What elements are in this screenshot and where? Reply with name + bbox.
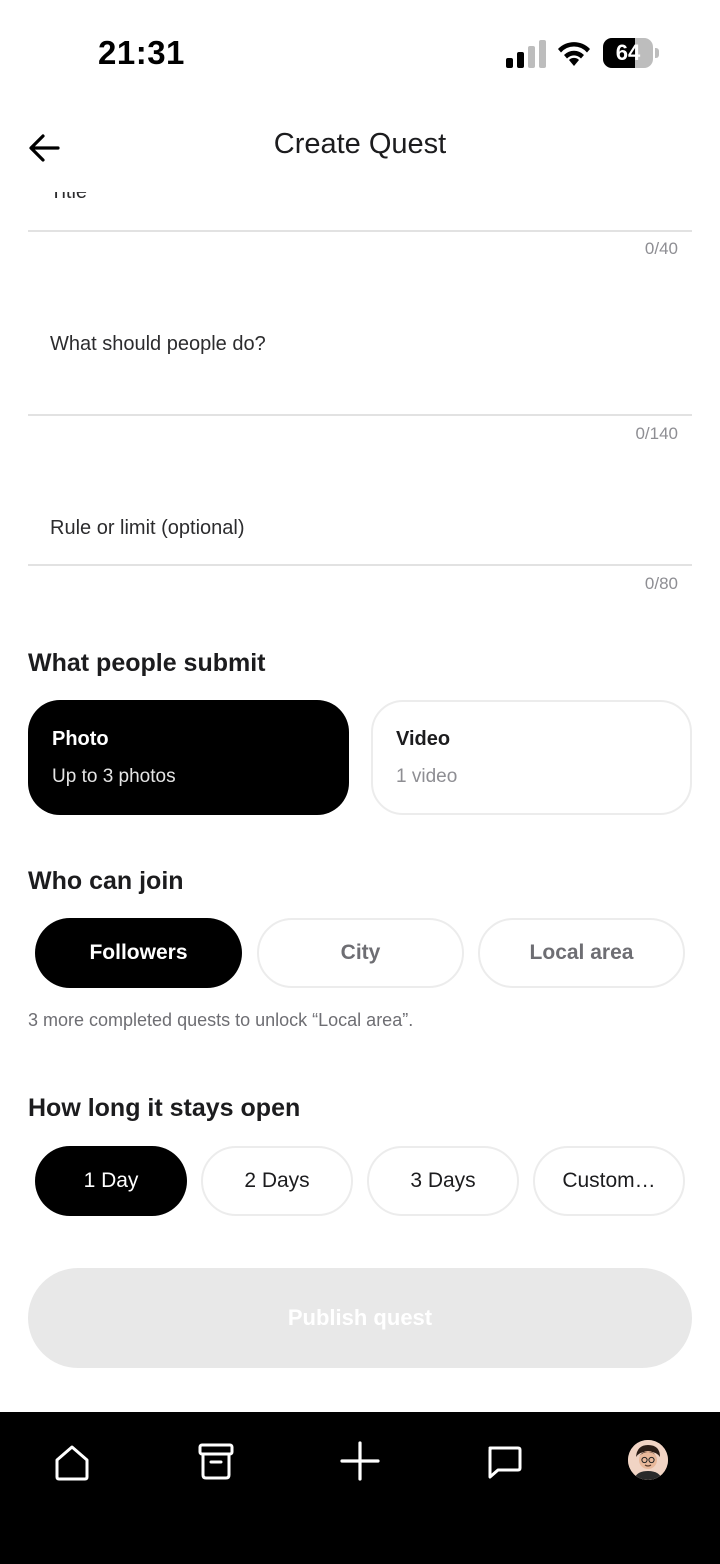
rule-field-underline: [28, 564, 692, 566]
rule-field[interactable]: Rule or limit (optional) 0/80: [28, 480, 692, 600]
title-field[interactable]: Title 0/40: [28, 182, 692, 262]
video-option-card[interactable]: Video 1 video: [371, 700, 692, 815]
duration-section-title: How long it stays open: [28, 1094, 301, 1122]
publish-quest-button[interactable]: Publish quest: [28, 1268, 692, 1368]
description-field[interactable]: What should people do? 0/140: [28, 300, 692, 450]
avatar-icon: [628, 1440, 668, 1480]
page-title: Create Quest: [273, 128, 447, 160]
bottom-tab-bar: [0, 1412, 720, 1564]
rule-char-counter: 0/80: [644, 574, 678, 593]
unlock-hint: 3 more completed quests to unlock “Local…: [28, 1010, 414, 1030]
join-option-city[interactable]: City: [257, 918, 464, 988]
status-time: 21:31: [98, 34, 185, 71]
duration-option-1-day[interactable]: 1 Day: [35, 1146, 187, 1216]
battery-icon: 64: [603, 38, 659, 68]
tab-messages[interactable]: [474, 1436, 534, 1486]
plus-icon: [340, 1441, 380, 1481]
chat-icon: [488, 1446, 522, 1479]
wifi-icon: [558, 42, 590, 66]
photo-option-card[interactable]: Photo Up to 3 photos: [28, 700, 349, 815]
join-option-local-area[interactable]: Local area: [478, 918, 685, 988]
rule-field-label: Rule or limit (optional): [50, 517, 245, 539]
video-option-subtitle: 1 video: [396, 766, 458, 787]
battery-level: 64: [615, 40, 641, 65]
profile-avatar[interactable]: [628, 1440, 668, 1480]
video-option-title: Video: [396, 728, 451, 750]
duration-option-3-days[interactable]: 3 Days: [367, 1146, 519, 1216]
description-field-underline: [28, 414, 692, 416]
description-field-label: What should people do?: [50, 333, 266, 355]
submit-section-title: What people submit: [28, 649, 266, 677]
duration-option-custom[interactable]: Custom…: [533, 1146, 685, 1216]
duration-option-2-days[interactable]: 2 Days: [201, 1146, 353, 1216]
nav-header: Create Quest: [0, 110, 720, 182]
archive-icon: [198, 1443, 234, 1480]
photo-option-title: Photo: [52, 728, 109, 750]
tab-create[interactable]: [330, 1436, 390, 1486]
tab-home[interactable]: [42, 1436, 102, 1486]
status-bar: 21:31 64: [0, 0, 720, 100]
join-section-title: Who can join: [28, 867, 184, 895]
title-char-counter: 0/40: [644, 239, 678, 258]
home-icon: [55, 1445, 89, 1481]
photo-option-subtitle: Up to 3 photos: [52, 766, 176, 787]
description-char-counter: 0/140: [635, 424, 678, 443]
join-option-followers[interactable]: Followers: [35, 918, 242, 988]
tab-archive[interactable]: [186, 1436, 246, 1486]
cellular-signal-icon: [506, 40, 546, 68]
header-mask: [0, 182, 720, 192]
title-field-underline: [28, 230, 692, 232]
